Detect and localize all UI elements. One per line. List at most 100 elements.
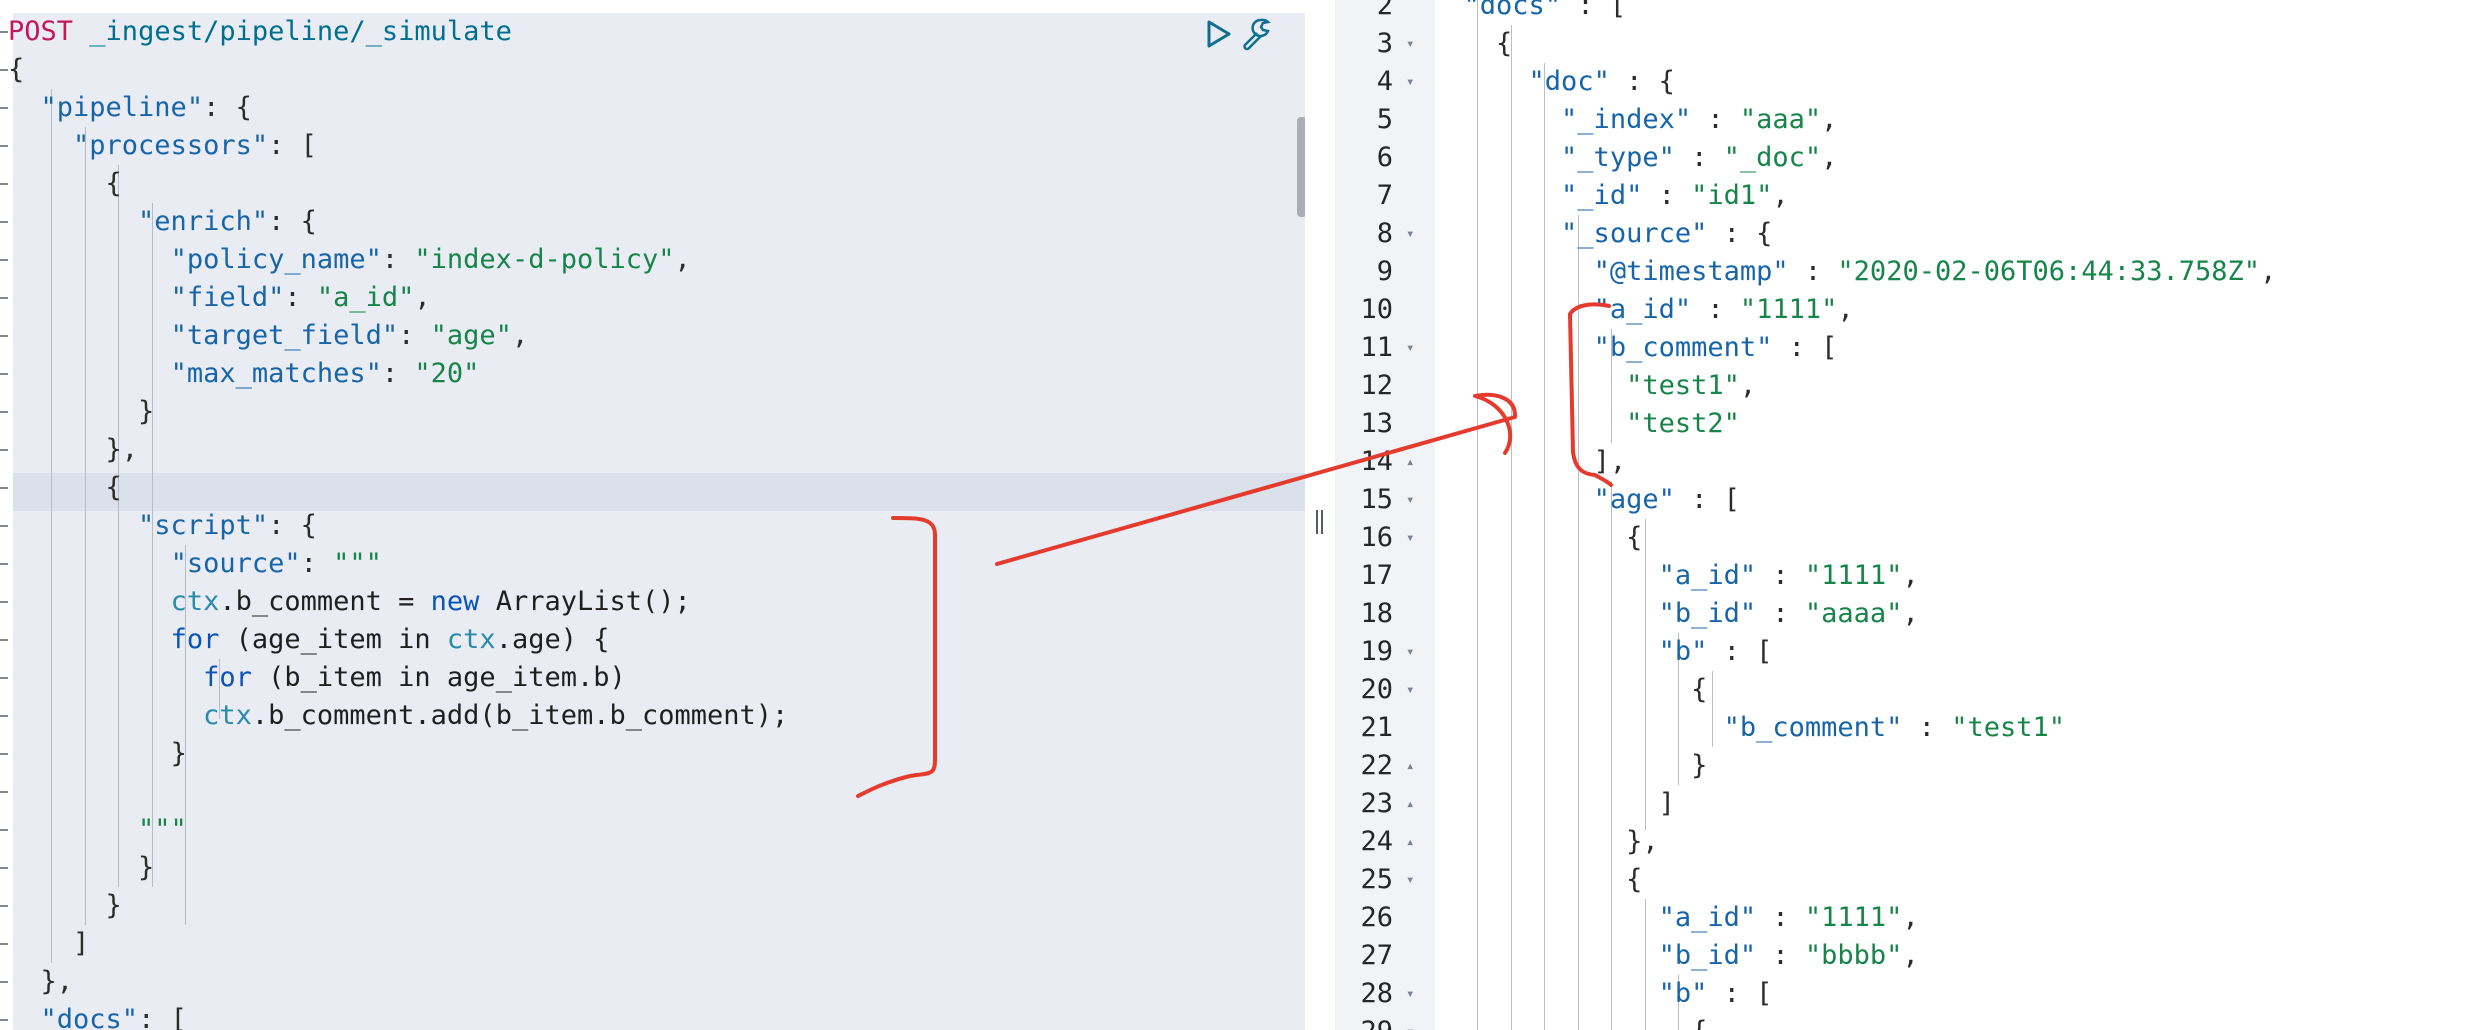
fold-toggle-icon[interactable]: ▴ <box>1406 443 1414 481</box>
fold-toggle-icon[interactable]: ▾ <box>1406 671 1414 709</box>
fold-toggle-icon[interactable]: ▾ <box>1406 975 1414 1013</box>
request-code-line: for (b_item in age_item.b) <box>8 659 626 697</box>
run-request-button[interactable] <box>1198 14 1238 54</box>
gutter-marker <box>0 525 8 527</box>
code-token: : <box>381 358 415 389</box>
fold-toggle-icon[interactable]: ▾ <box>1406 519 1414 557</box>
line-number: 28 <box>1360 978 1393 1009</box>
gutter-marker <box>0 145 8 147</box>
code-token: : <box>300 548 334 579</box>
gutter-marker <box>0 867 8 869</box>
pane-splitter[interactable] <box>1305 0 1335 1030</box>
gutter-marker <box>0 69 8 71</box>
code-token: : <box>1756 598 1805 629</box>
code-token: : <box>1902 712 1952 743</box>
line-number: 2 <box>1376 0 1393 21</box>
request-code-line: """ <box>8 811 187 849</box>
code-token: "b_id" <box>1658 598 1757 629</box>
request-editor[interactable]: POST _ingest/pipeline/_simulate{ "pipeli… <box>0 13 1305 1030</box>
code-token: "a_id" <box>316 282 415 313</box>
code-token: "_index" <box>1561 104 1692 135</box>
gutter-marker <box>0 297 8 299</box>
fold-toggle-icon[interactable]: ▾ <box>1406 861 1414 899</box>
code-token: ctx <box>446 624 496 655</box>
code-token: "bbbb" <box>1804 940 1903 971</box>
fold-toggle-icon[interactable]: ▴ <box>1406 785 1414 823</box>
request-code-line: ctx.b_comment = new ArrayList(); <box>8 583 691 621</box>
line-number: 19 <box>1360 636 1393 667</box>
request-settings-button[interactable] <box>1238 14 1278 54</box>
request-code-line: { <box>8 165 122 203</box>
code-token: }, <box>105 434 139 465</box>
resize-grip-icon[interactable] <box>1316 510 1324 534</box>
fold-toggle-icon[interactable]: ▾ <box>1406 633 1414 671</box>
response-code-line: } <box>1431 747 1707 785</box>
fold-toggle-icon[interactable]: ▾ <box>1406 215 1414 253</box>
code-token: : <box>1691 104 1740 135</box>
response-code-line: "_type" : "_doc", <box>1431 139 1837 177</box>
request-code-line: POST _ingest/pipeline/_simulate <box>8 13 512 51</box>
code-token: "b" <box>1658 636 1708 667</box>
line-number: 26 <box>1360 902 1393 933</box>
gutter-marker <box>0 259 8 261</box>
code-token: "target_field" <box>170 320 399 351</box>
gutter-marker <box>0 449 8 451</box>
line-number: 7 <box>1376 180 1393 211</box>
response-code-line: "test2" <box>1431 405 1740 443</box>
code-token: : [ <box>1707 978 1773 1009</box>
gutter-marker <box>0 107 8 109</box>
fold-toggle-icon[interactable]: ▾ <box>1406 63 1414 101</box>
request-code-line: "field": "a_id", <box>8 279 431 317</box>
code-token: POST <box>8 16 74 47</box>
code-token: : <box>398 320 431 351</box>
code-token: } <box>170 738 187 769</box>
code-token: : { <box>268 510 317 541</box>
request-code-line: } <box>8 887 122 925</box>
fold-toggle-icon[interactable]: ▴ <box>1406 823 1414 861</box>
code-token: "b_comment" <box>1723 712 1903 743</box>
response-code-line: "a_id" : "1111", <box>1431 557 1919 595</box>
fold-toggle-icon[interactable]: ▾ <box>1406 329 1414 367</box>
gutter-marker <box>0 753 8 755</box>
fold-toggle-icon[interactable]: ▴ <box>1406 747 1414 785</box>
code-token: "test1" <box>1951 712 2065 743</box>
code-token: .b_comment.add(b_item.b_comment); <box>251 700 789 731</box>
gutter-marker <box>0 715 8 717</box>
code-token: : <box>1756 940 1805 971</box>
line-number: 3 <box>1376 28 1393 59</box>
code-token: .b_comment = <box>219 586 431 617</box>
fold-toggle-icon[interactable]: ▾ <box>1406 1013 1414 1030</box>
editor-scrollbar-thumb[interactable] <box>1297 117 1305 217</box>
code-token: , <box>1821 104 1838 135</box>
code-token: .age) { <box>495 624 610 655</box>
gutter-marker <box>0 829 8 831</box>
code-token: : [ <box>1707 636 1773 667</box>
code-token: : { <box>1609 66 1675 97</box>
request-code-line: "source": """ <box>8 545 382 583</box>
fold-toggle-icon[interactable]: ▾ <box>1406 481 1414 519</box>
fold-toggle-icon[interactable]: ▾ <box>1406 25 1414 63</box>
code-token: : <box>1788 256 1838 287</box>
line-number: 10 <box>1360 294 1393 325</box>
code-token: { <box>1691 674 1708 705</box>
code-token: ctx <box>170 586 220 617</box>
gutter-marker <box>0 677 8 679</box>
code-token: "age" <box>1593 484 1675 515</box>
response-code-line: ], <box>1431 443 1627 481</box>
code-token: { <box>1496 28 1513 59</box>
